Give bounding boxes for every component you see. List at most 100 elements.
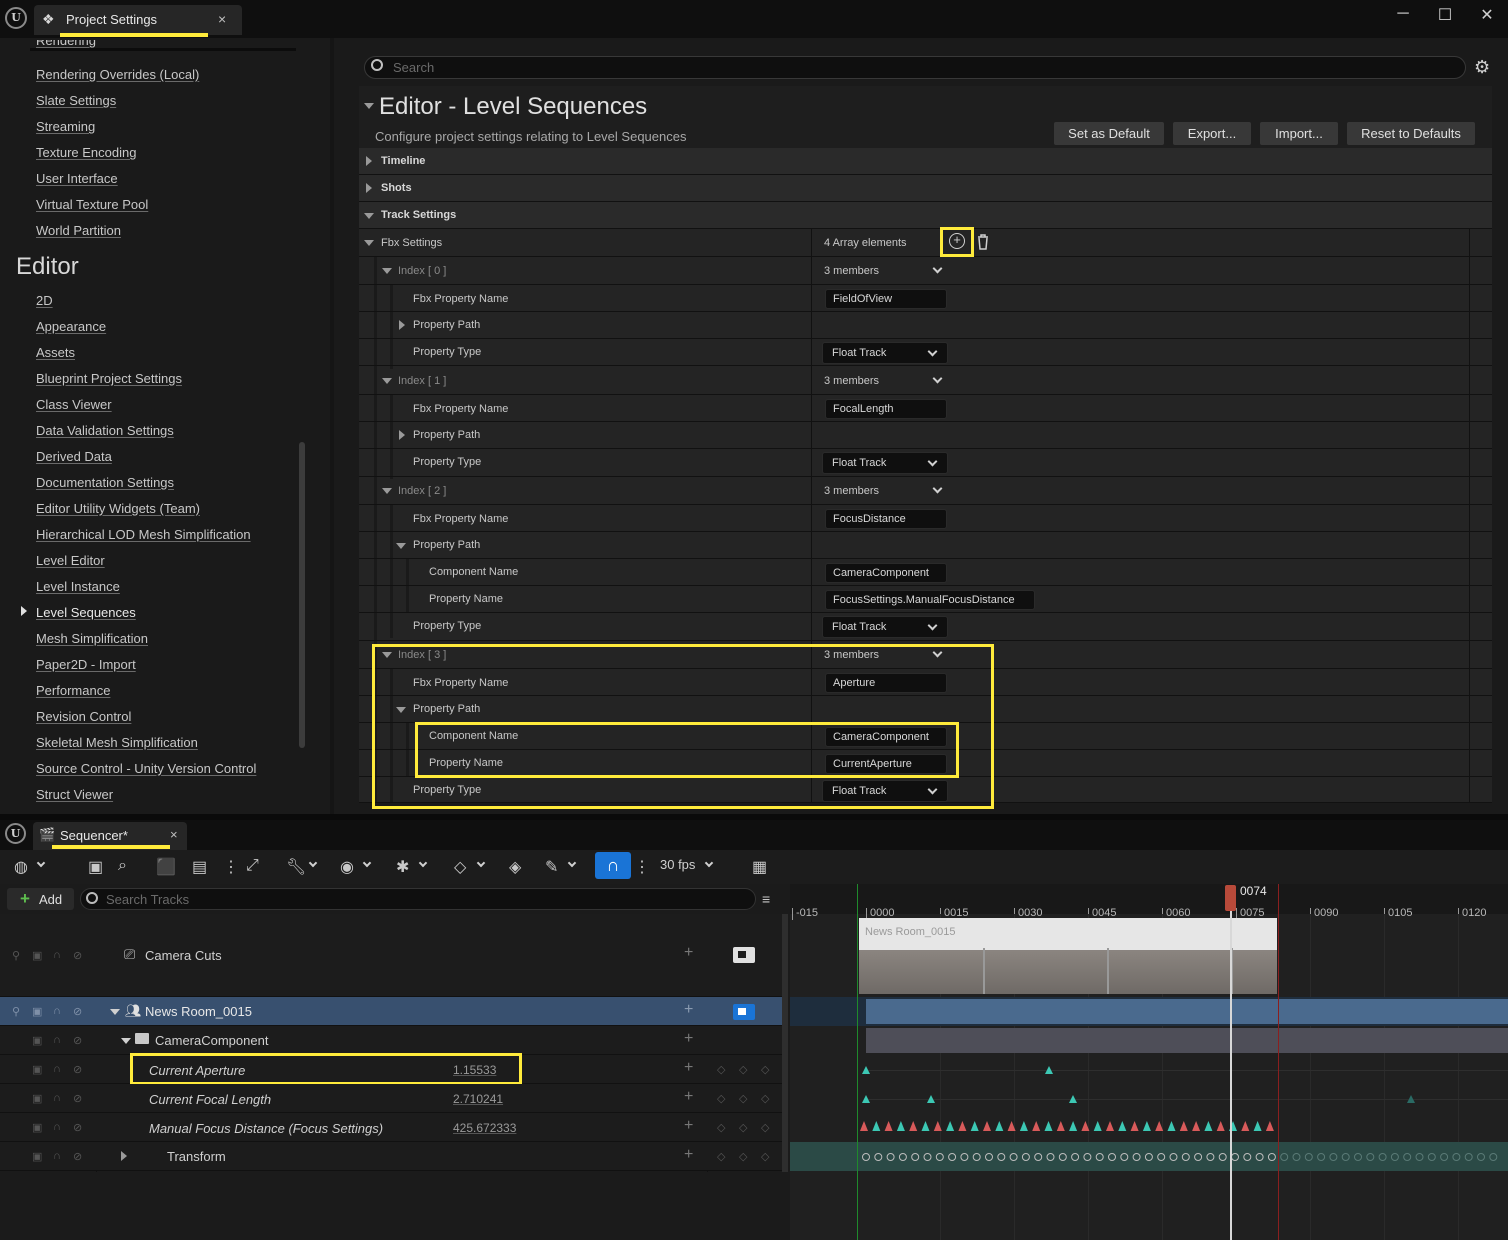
pin-icon[interactable]: ⚲ xyxy=(12,949,20,962)
nav-item-editor-utility-widgets[interactable]: Editor Utility Widgets (Team) xyxy=(36,501,200,516)
gear-icon[interactable]: ⚙ xyxy=(1474,58,1490,76)
add-key-icon[interactable]: ◇ xyxy=(739,1121,747,1134)
collapse-arrow-icon[interactable] xyxy=(364,103,374,109)
mute-icon[interactable]: ⊘ xyxy=(73,1092,82,1105)
actions-icon[interactable]: ⤢ xyxy=(246,857,259,875)
nav-item-class-viewer[interactable]: Class Viewer xyxy=(36,397,112,412)
lock-icon[interactable]: ▣ xyxy=(32,1121,42,1134)
headphones-icon[interactable]: ∩ xyxy=(53,1121,61,1133)
nav-item-blueprint-project-settings[interactable]: Blueprint Project Settings xyxy=(36,371,182,386)
prev-key-icon[interactable]: ◇ xyxy=(717,1121,725,1134)
component-section-bar[interactable] xyxy=(866,1028,1508,1053)
prev-key-icon[interactable]: ◇ xyxy=(717,1092,725,1105)
close-icon[interactable]: ✕ xyxy=(1472,5,1502,25)
mute-icon[interactable]: ⊘ xyxy=(73,1150,82,1163)
add-icon[interactable]: + xyxy=(684,1146,693,1164)
eye-icon[interactable]: ◉ xyxy=(340,857,354,877)
camera-lock-icon[interactable] xyxy=(733,1004,755,1020)
nav-item-revision-control[interactable]: Revision Control xyxy=(36,709,131,724)
collapse-arrow-icon[interactable] xyxy=(121,1038,131,1044)
category-track-settings[interactable]: Track Settings xyxy=(359,202,1492,229)
component-name-field[interactable]: CameraComponent xyxy=(825,563,947,583)
minimize-icon[interactable]: ─ xyxy=(1388,5,1418,23)
playhead-line[interactable] xyxy=(1230,900,1232,1240)
auto-key-icon[interactable]: ◈ xyxy=(509,857,521,877)
mute-icon[interactable]: ⊘ xyxy=(73,1121,82,1134)
category-timeline[interactable]: Timeline xyxy=(359,148,1492,175)
track-camera-cuts[interactable]: ⚲ ▣ ∩ ⊘ ⎚ Camera Cuts + xyxy=(0,914,788,997)
nav-item-appearance[interactable]: Appearance xyxy=(36,319,106,334)
chevron-down-icon[interactable] xyxy=(932,373,943,384)
nav-item-world-partition[interactable]: World Partition xyxy=(36,223,121,238)
headphones-icon[interactable]: ∩ xyxy=(53,949,61,961)
tab-close-icon[interactable]: × xyxy=(218,11,226,27)
fps-selector[interactable]: 30 fps xyxy=(660,857,695,872)
add-key-icon[interactable]: ◇ xyxy=(739,1063,747,1076)
find-asset-icon[interactable]: ⌕ xyxy=(118,857,127,875)
track-current-focal-length[interactable]: ▣ ∩ ⊘ Current Focal Length 2.710241 + ◇ … xyxy=(0,1084,788,1113)
nav-item-texture-encoding[interactable]: Texture Encoding xyxy=(36,145,136,160)
nav-item-struct-viewer[interactable]: Struct Viewer xyxy=(36,787,113,802)
nav-item-slate-settings[interactable]: Slate Settings xyxy=(36,93,116,108)
add-track-button[interactable]: + Add xyxy=(7,888,74,910)
track-camera-component[interactable]: ▣ ∩ ⊘ CameraComponent + xyxy=(0,1026,788,1055)
pin-icon[interactable]: ⚲ xyxy=(12,1005,20,1018)
property-type-dropdown[interactable]: Float Track xyxy=(822,452,948,474)
property-name-field[interactable]: FocusSettings.ManualFocusDistance xyxy=(825,590,1035,610)
maximize-icon[interactable]: ☐ xyxy=(1430,5,1460,25)
next-key-icon[interactable]: ◇ xyxy=(761,1092,769,1105)
import-button[interactable]: Import... xyxy=(1260,122,1338,145)
playhead-handle[interactable] xyxy=(1225,885,1236,911)
nav-item-assets[interactable]: Assets xyxy=(36,345,75,360)
nav-item-level-sequences[interactable]: Level Sequences xyxy=(36,605,136,620)
add-icon[interactable]: + xyxy=(684,944,693,962)
mute-icon[interactable]: ⊘ xyxy=(73,1005,82,1018)
mute-icon[interactable]: ⊘ xyxy=(73,949,82,962)
add-key-icon[interactable]: ◇ xyxy=(739,1092,747,1105)
add-icon[interactable]: + xyxy=(684,1001,693,1019)
expand-arrow-icon[interactable] xyxy=(366,156,372,166)
nav-item-streaming[interactable]: Streaming xyxy=(36,119,95,134)
expand-arrow-icon[interactable] xyxy=(121,1151,127,1161)
expand-arrow-icon[interactable] xyxy=(399,320,405,330)
lock-icon[interactable]: ▣ xyxy=(32,1092,42,1105)
add-key-icon[interactable]: ◇ xyxy=(739,1150,747,1163)
nav-item-virtual-texture-pool[interactable]: Virtual Texture Pool xyxy=(36,197,148,212)
nav-item-level-editor[interactable]: Level Editor xyxy=(36,553,105,568)
pencil-icon[interactable]: ✎ xyxy=(545,857,558,877)
nav-item-source-control-uvc[interactable]: Source Control - Unity Version Control xyxy=(36,761,256,776)
fbx-property-name-field[interactable]: FieldOfView xyxy=(825,289,947,309)
lock-icon[interactable]: ▣ xyxy=(32,949,42,962)
nav-item-rendering-overrides[interactable]: Rendering Overrides (Local) xyxy=(36,67,199,82)
category-shots[interactable]: Shots xyxy=(359,175,1492,202)
curve-editor-icon[interactable]: ▦ xyxy=(752,857,767,877)
nav-scrollbar[interactable] xyxy=(299,442,305,748)
wrench-icon[interactable]: 🔧︎ xyxy=(286,857,306,877)
trash-icon[interactable] xyxy=(976,234,990,250)
headphones-icon[interactable]: ∩ xyxy=(53,1092,61,1104)
nav-item-documentation-settings[interactable]: Documentation Settings xyxy=(36,475,174,490)
collapse-arrow-icon[interactable] xyxy=(364,213,374,219)
mute-icon[interactable]: ⊘ xyxy=(73,1063,82,1076)
camera-icon[interactable]: ⬛ xyxy=(156,857,176,877)
reset-to-defaults-button[interactable]: Reset to Defaults xyxy=(1347,122,1475,145)
prev-key-icon[interactable]: ◇ xyxy=(717,1150,725,1163)
expand-arrow-icon[interactable] xyxy=(366,183,372,193)
save-icon[interactable]: ▣ xyxy=(88,857,103,877)
track-news-room[interactable]: ⚲ ▣ ∩ ⊘ 👥︎ News Room_0015 + xyxy=(0,997,788,1026)
camera-lock-icon[interactable] xyxy=(733,947,755,963)
collapse-arrow-icon[interactable] xyxy=(382,488,392,494)
nav-item-skeletal-mesh-simplification[interactable]: Skeletal Mesh Simplification xyxy=(36,735,198,750)
actor-section-bar[interactable] xyxy=(866,999,1508,1024)
nav-item-data-validation[interactable]: Data Validation Settings xyxy=(36,423,174,438)
snap-options-icon[interactable]: ⋮ xyxy=(634,857,650,877)
next-key-icon[interactable]: ◇ xyxy=(761,1121,769,1134)
headphones-icon[interactable]: ∩ xyxy=(53,1034,61,1046)
chevron-down-icon[interactable] xyxy=(932,483,943,494)
snap-magnet-icon[interactable]: ∩ xyxy=(595,852,631,879)
collapse-arrow-icon[interactable] xyxy=(364,240,374,246)
project-settings-tab[interactable]: ❖ Project Settings × xyxy=(34,5,242,35)
headphones-icon[interactable]: ∩ xyxy=(53,1005,61,1017)
collapse-arrow-icon[interactable] xyxy=(396,543,406,549)
track-value[interactable]: 425.672333 xyxy=(453,1121,516,1135)
